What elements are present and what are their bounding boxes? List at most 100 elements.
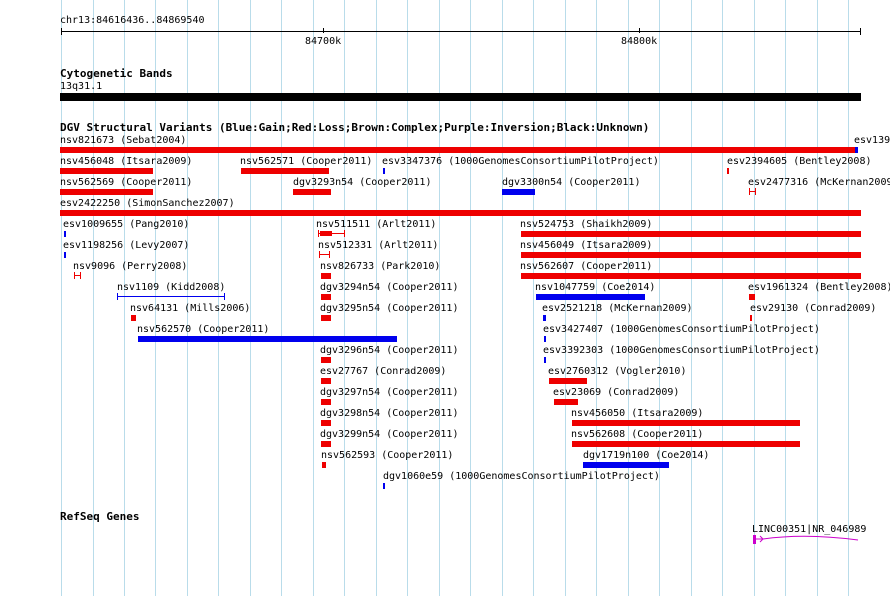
variant-feature[interactable]	[321, 420, 331, 426]
variant-label: dgv3300n54 (Cooper2011)	[502, 177, 641, 188]
variant-feature[interactable]	[319, 251, 330, 258]
variant-label: nsv456050 (Itsara2009)	[571, 408, 704, 419]
variant-feature[interactable]	[583, 462, 669, 468]
variant-feature[interactable]	[74, 272, 81, 279]
variant-label: nsv562608 (Cooper2011)	[571, 429, 704, 440]
variant-label: esv3427407 (1000GenomesConsortiumPilotPr…	[543, 324, 820, 335]
variant-feature[interactable]	[321, 315, 331, 321]
variant-label: esv2521218 (McKernan2009)	[542, 303, 693, 314]
variant-feature[interactable]	[138, 336, 397, 342]
variant-label: nsv456049 (Itsara2009)	[520, 240, 653, 251]
variant-feature[interactable]	[855, 147, 858, 153]
variant-feature[interactable]	[60, 210, 861, 216]
variant-feature[interactable]	[321, 273, 331, 279]
variant-label: esv2422250 (SimonSanchez2007)	[60, 198, 235, 209]
variant-feature[interactable]	[521, 273, 861, 279]
variant-label: esv2477316 (McKernan2009)	[748, 177, 890, 188]
variant-feature[interactable]	[521, 252, 861, 258]
variant-label: esv2394605 (Bentley2008)	[727, 156, 872, 167]
variant-features: nsv821673 (Sebat2004) esv1393 nsv456048 (I…	[0, 0, 890, 596]
variant-label: dgv3299n54 (Cooper2011)	[320, 429, 459, 440]
variant-whisker-cap	[344, 230, 345, 237]
variant-feature[interactable]	[321, 399, 331, 405]
variant-feature[interactable]	[549, 378, 587, 384]
variant-feature[interactable]	[572, 441, 800, 447]
variant-feature[interactable]	[572, 420, 800, 426]
variant-label: dgv1060e59 (1000GenomesConsortiumPilotPr…	[383, 471, 660, 482]
variant-feature[interactable]	[117, 293, 225, 300]
refseq-track-title: RefSeq Genes	[60, 510, 140, 523]
variant-label: dgv3295n54 (Cooper2011)	[320, 303, 459, 314]
variant-feature[interactable]	[749, 294, 755, 300]
variant-label: nsv562593 (Cooper2011)	[321, 450, 454, 461]
variant-label: nsv821673 (Sebat2004)	[60, 135, 187, 146]
variant-feature[interactable]	[60, 147, 855, 153]
variant-feature[interactable]	[64, 252, 66, 258]
variant-feature[interactable]	[554, 399, 578, 405]
variant-whisker-cap	[755, 188, 756, 195]
variant-label: esv27767 (Conrad2009)	[320, 366, 447, 377]
variant-feature[interactable]	[321, 378, 331, 384]
variant-feature[interactable]	[318, 230, 345, 237]
variant-feature[interactable]	[131, 315, 136, 321]
variant-feature[interactable]	[502, 189, 535, 195]
variant-feature[interactable]	[383, 168, 385, 174]
variant-label: dgv3298n54 (Cooper2011)	[320, 408, 459, 419]
variant-label: nsv64131 (Mills2006)	[130, 303, 251, 314]
variant-core	[320, 231, 332, 236]
variant-label: dgv3293n54 (Cooper2011)	[293, 177, 432, 188]
variant-feature[interactable]	[750, 315, 752, 321]
variant-feature[interactable]	[383, 483, 385, 489]
variant-label: dgv3297n54 (Cooper2011)	[320, 387, 459, 398]
variant-label: nsv1109 (Kidd2008)	[117, 282, 226, 293]
variant-feature[interactable]	[749, 188, 756, 195]
variant-feature[interactable]	[544, 357, 546, 363]
variant-label: esv3347376 (1000GenomesConsortiumPilotPr…	[382, 156, 659, 167]
variant-label: nsv511511 (Arlt2011)	[316, 219, 437, 230]
variant-whisker-cap	[329, 251, 330, 258]
variant-feature[interactable]	[60, 189, 153, 195]
variant-label: nsv562569 (Cooper2011)	[60, 177, 193, 188]
variant-feature[interactable]	[293, 189, 331, 195]
variant-label: dgv3294n54 (Cooper2011)	[320, 282, 459, 293]
variant-label: esv29130 (Conrad2009)	[750, 303, 877, 314]
variant-whisker-cap	[224, 293, 225, 300]
variant-feature[interactable]	[536, 294, 645, 300]
variant-whisker-cap	[74, 272, 75, 279]
variant-label: esv2760312 (Vogler2010)	[548, 366, 687, 377]
variant-feature[interactable]	[321, 294, 331, 300]
variant-whisker-cap	[80, 272, 81, 279]
variant-label: esv23069 (Conrad2009)	[553, 387, 680, 398]
variant-label: esv1393	[854, 135, 890, 146]
variant-feature[interactable]	[521, 231, 861, 237]
variant-label: nsv562571 (Cooper2011)	[240, 156, 373, 167]
variant-feature[interactable]	[727, 168, 729, 174]
variant-label: esv3392303 (1000GenomesConsortiumPilotPr…	[543, 345, 820, 356]
variant-whisker-cap	[319, 251, 320, 258]
variant-whisker-cap	[749, 188, 750, 195]
variant-label: dgv1719n100 (Coe2014)	[583, 450, 710, 461]
variant-feature[interactable]	[64, 231, 66, 237]
genome-browser-view: chr13:84616436..84869540 84700k 84800k C…	[0, 0, 890, 596]
variant-feature[interactable]	[543, 315, 546, 321]
variant-label: esv1198256 (Levy2007)	[63, 240, 190, 251]
variant-feature[interactable]	[544, 336, 546, 342]
gene-model-linc00351[interactable]	[750, 532, 862, 546]
variant-label: nsv456048 (Itsara2009)	[60, 156, 193, 167]
variant-label: esv1961324 (Bentley2008)	[748, 282, 890, 293]
variant-label: esv1009655 (Pang2010)	[63, 219, 190, 230]
variant-label: nsv562607 (Cooper2011)	[520, 261, 653, 272]
variant-label: nsv512331 (Arlt2011)	[318, 240, 439, 251]
variant-label: nsv524753 (Shaikh2009)	[520, 219, 653, 230]
variant-feature[interactable]	[322, 462, 326, 468]
variant-label: nsv826733 (Park2010)	[320, 261, 441, 272]
variant-feature[interactable]	[321, 441, 331, 447]
variant-feature[interactable]	[241, 168, 329, 174]
variant-label: nsv9096 (Perry2008)	[73, 261, 188, 272]
variant-label: nsv562570 (Cooper2011)	[137, 324, 270, 335]
variant-whisker-cap	[318, 230, 319, 237]
variant-feature[interactable]	[321, 357, 331, 363]
variant-whisker-line	[117, 296, 225, 297]
variant-whisker-cap	[117, 293, 118, 300]
variant-feature[interactable]	[60, 168, 153, 174]
